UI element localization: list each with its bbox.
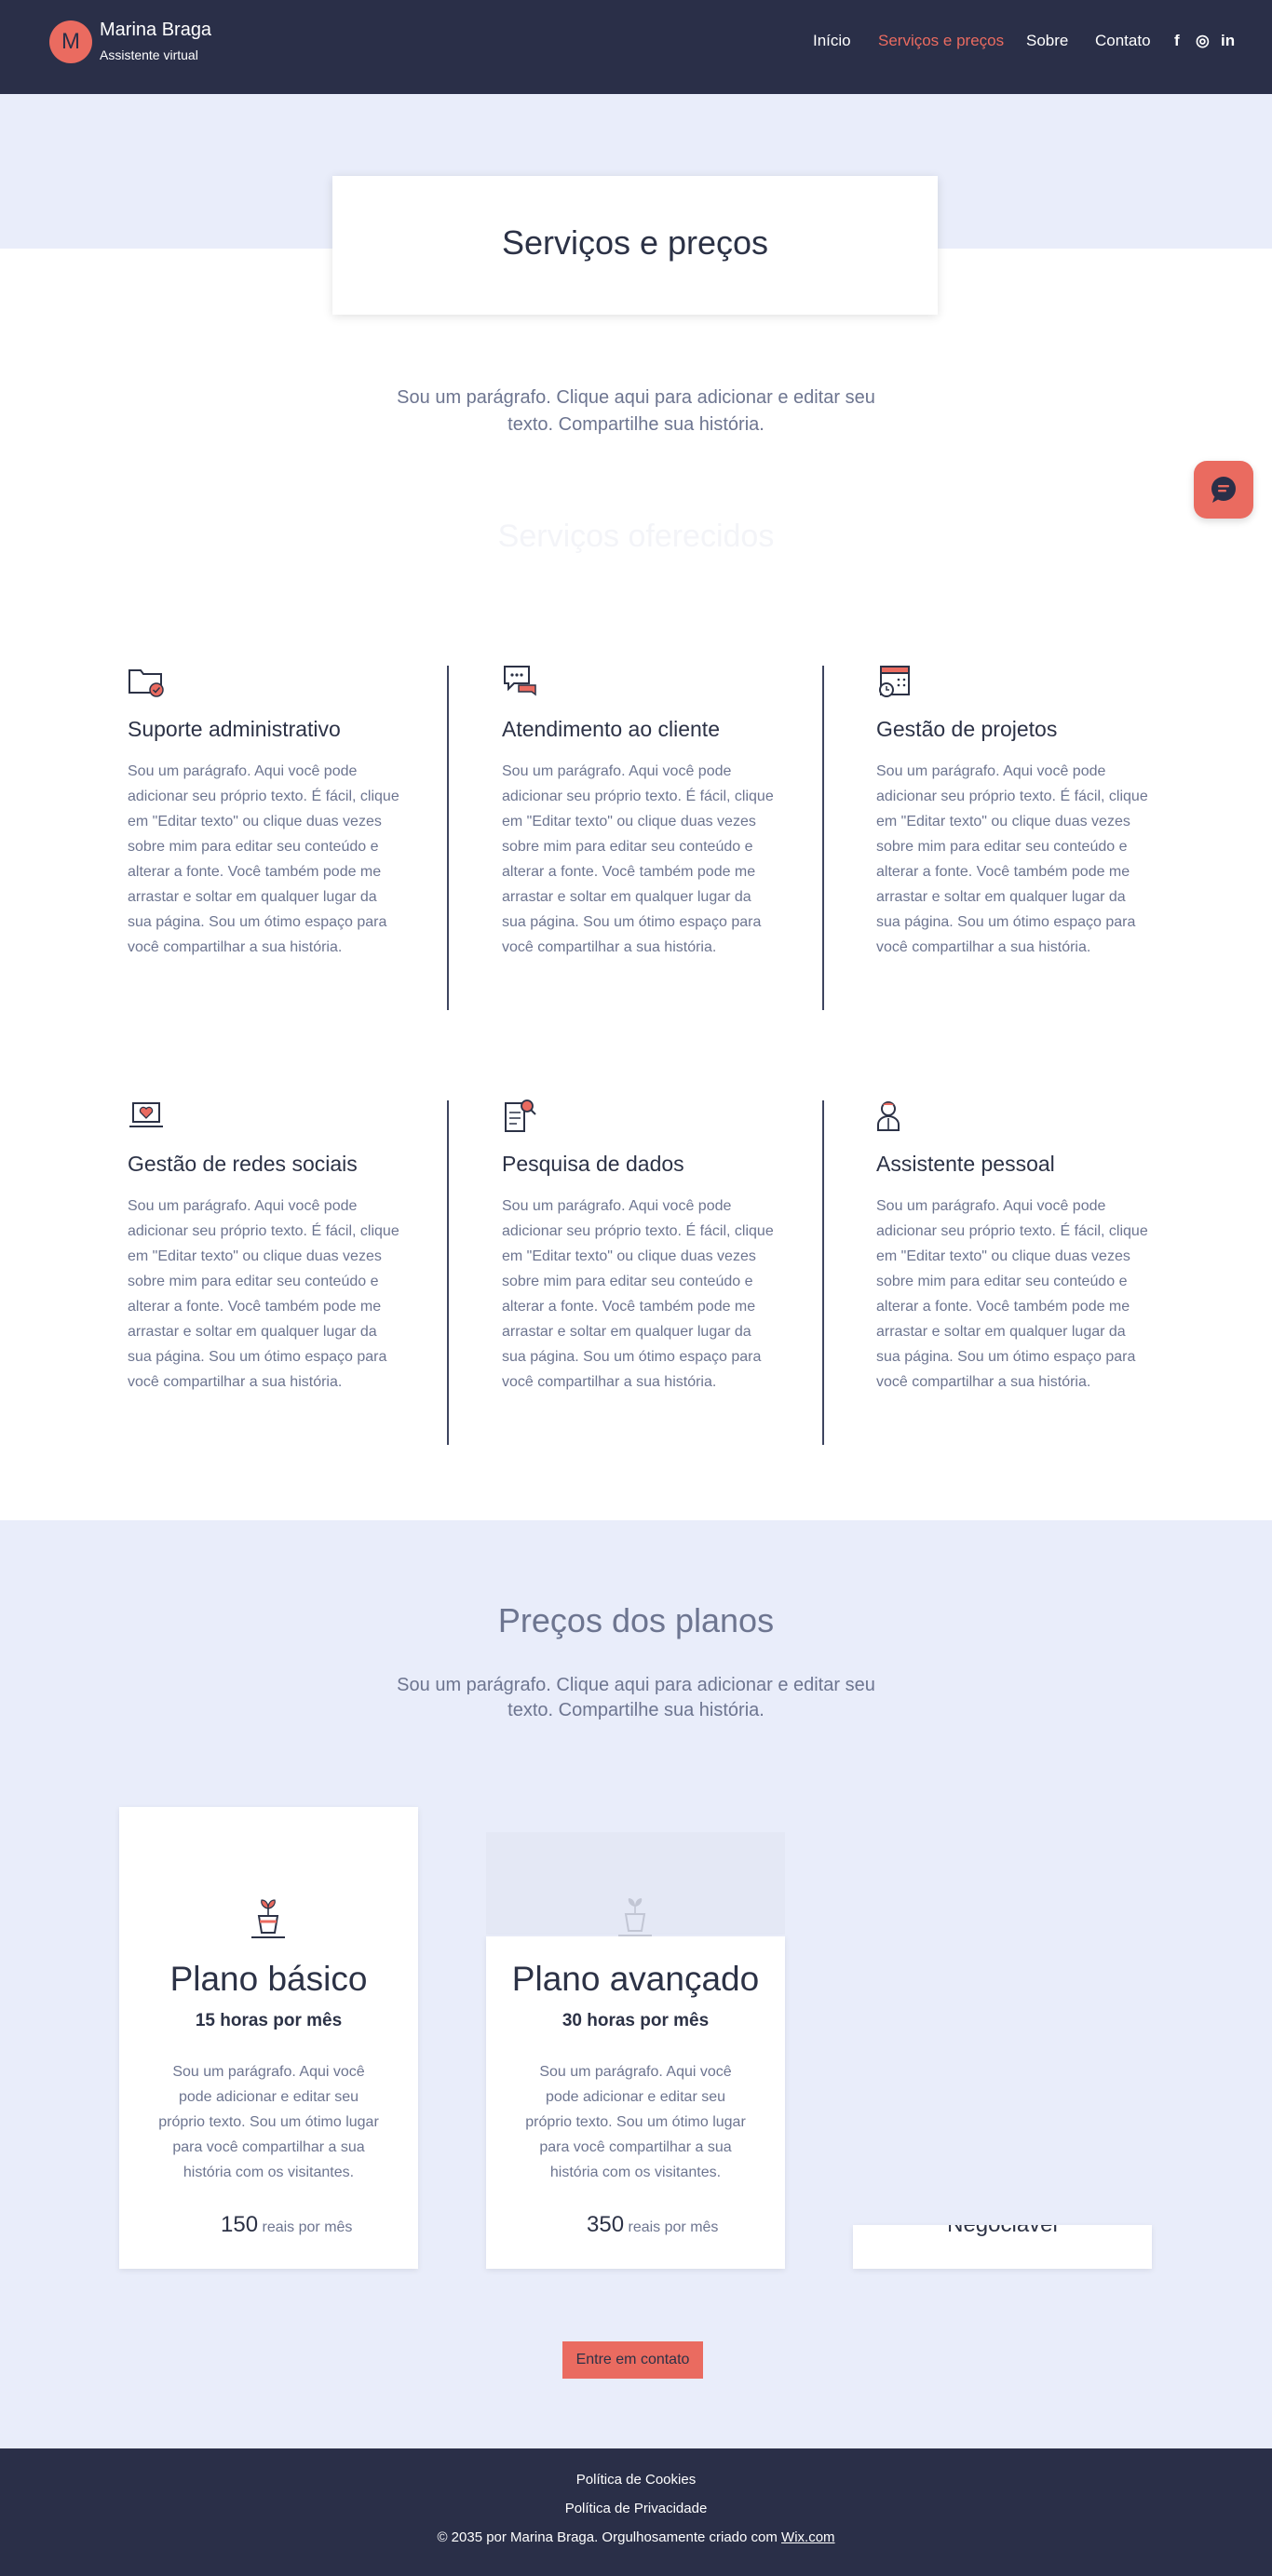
calendar-clock-icon (879, 666, 910, 697)
service-text: Sou um parágrafo. Aqui você pode adicion… (876, 1198, 1148, 1390)
nav-item-inicio[interactable]: Início (813, 32, 851, 50)
copyright-line: © 2035 por Marina Braga. Orgulhosamente … (437, 2529, 778, 2545)
laptop-heart-icon (129, 1102, 163, 1127)
service-title: Assistente pessoal (876, 1152, 1055, 1176)
hero-paragraph: Sou um parágrafo. Clique aqui para adici… (397, 387, 875, 435)
cookies-policy-link[interactable]: Política de Cookies (0, 2472, 1272, 2488)
chat-bubbles-icon (504, 666, 536, 696)
column-divider (447, 666, 449, 1010)
plant-pot-icon (251, 1899, 285, 1938)
pricing-paragraph: Sou um parágrafo. Clique aqui para adici… (397, 1675, 875, 1720)
plan-price: 150 (221, 2212, 259, 2237)
brand-subtitle: Assistente virtual (100, 47, 198, 62)
plan-name: Plano avançado (511, 1960, 760, 1998)
copyright-text: © 2035 por Marina Braga. Orgulhosamente … (0, 2529, 1272, 2545)
plan-card-custom: Negociável (853, 2225, 1152, 2269)
plan-price-unit: reais por mês (262, 2219, 353, 2235)
service-text: Sou um parágrafo. Aqui você pode adicion… (876, 763, 1148, 955)
service-title: Atendimento ao cliente (502, 717, 720, 741)
plan-price-row: 150 reais por mês (221, 2212, 352, 2238)
chat-icon (1211, 477, 1236, 503)
plan-name: Plano básico (169, 1960, 368, 1998)
nav-item-sobre[interactable]: Sobre (1026, 32, 1068, 50)
plan-description: Sou um parágrafo. Aqui você pode adicion… (158, 2064, 379, 2180)
plan-negotiable-price: Negociável (853, 2225, 1152, 2238)
document-search-icon (505, 1099, 536, 1132)
plan-price: 350 (587, 2212, 625, 2237)
service-text: Sou um parágrafo. Aqui você pode adicion… (502, 1198, 774, 1390)
plan-description: Sou um parágrafo. Aqui você pode adicion… (525, 2064, 746, 2180)
service-text: Sou um parágrafo. Aqui você pode adicion… (128, 1198, 399, 1390)
pricing-title: Preços dos planos (497, 1601, 775, 1639)
instagram-icon[interactable]: ◎ (1196, 32, 1210, 50)
service-title: Pesquisa de dados (502, 1152, 684, 1176)
service-text: Sou um parágrafo. Aqui você pode adicion… (128, 763, 399, 955)
column-divider (822, 1100, 824, 1445)
contact-button[interactable]: Entre em contato (562, 2341, 703, 2379)
linkedin-icon[interactable]: in (1221, 32, 1235, 50)
page-title: Serviços e preços (501, 223, 769, 262)
service-title: Gestão de redes sociais (128, 1152, 358, 1176)
nav-item-contato[interactable]: Contato (1095, 32, 1151, 50)
plan-price-row: 350 reais por mês (587, 2212, 718, 2238)
plan-hours: 15 horas por mês (195, 2011, 343, 2030)
plan-price-unit: reais por mês (628, 2219, 719, 2235)
column-divider (822, 666, 824, 1010)
services-heading: Serviços oferecidos (497, 519, 775, 554)
chat-button[interactable] (1194, 461, 1253, 519)
wix-link[interactable]: Wix.com (781, 2529, 835, 2545)
service-title: Suporte administrativo (128, 717, 341, 741)
service-text: Sou um parágrafo. Aqui você pode adicion… (502, 763, 774, 955)
logo-avatar[interactable]: M (49, 20, 92, 63)
nav-item-servicos[interactable]: Serviços e preços (878, 32, 1004, 50)
column-divider (447, 1100, 449, 1445)
facebook-icon[interactable]: f (1174, 32, 1180, 50)
service-title: Gestão de projetos (876, 717, 1058, 741)
brand-name[interactable]: Marina Braga (100, 20, 211, 41)
assistant-person-icon (877, 1101, 900, 1131)
folder-check-icon (129, 669, 164, 697)
plant-pot-icon (618, 1898, 652, 1936)
privacy-policy-link[interactable]: Política de Privacidade (0, 2501, 1272, 2516)
plan-hours: 30 horas por mês (562, 2011, 710, 2030)
plan-card-basic (119, 1807, 418, 2269)
